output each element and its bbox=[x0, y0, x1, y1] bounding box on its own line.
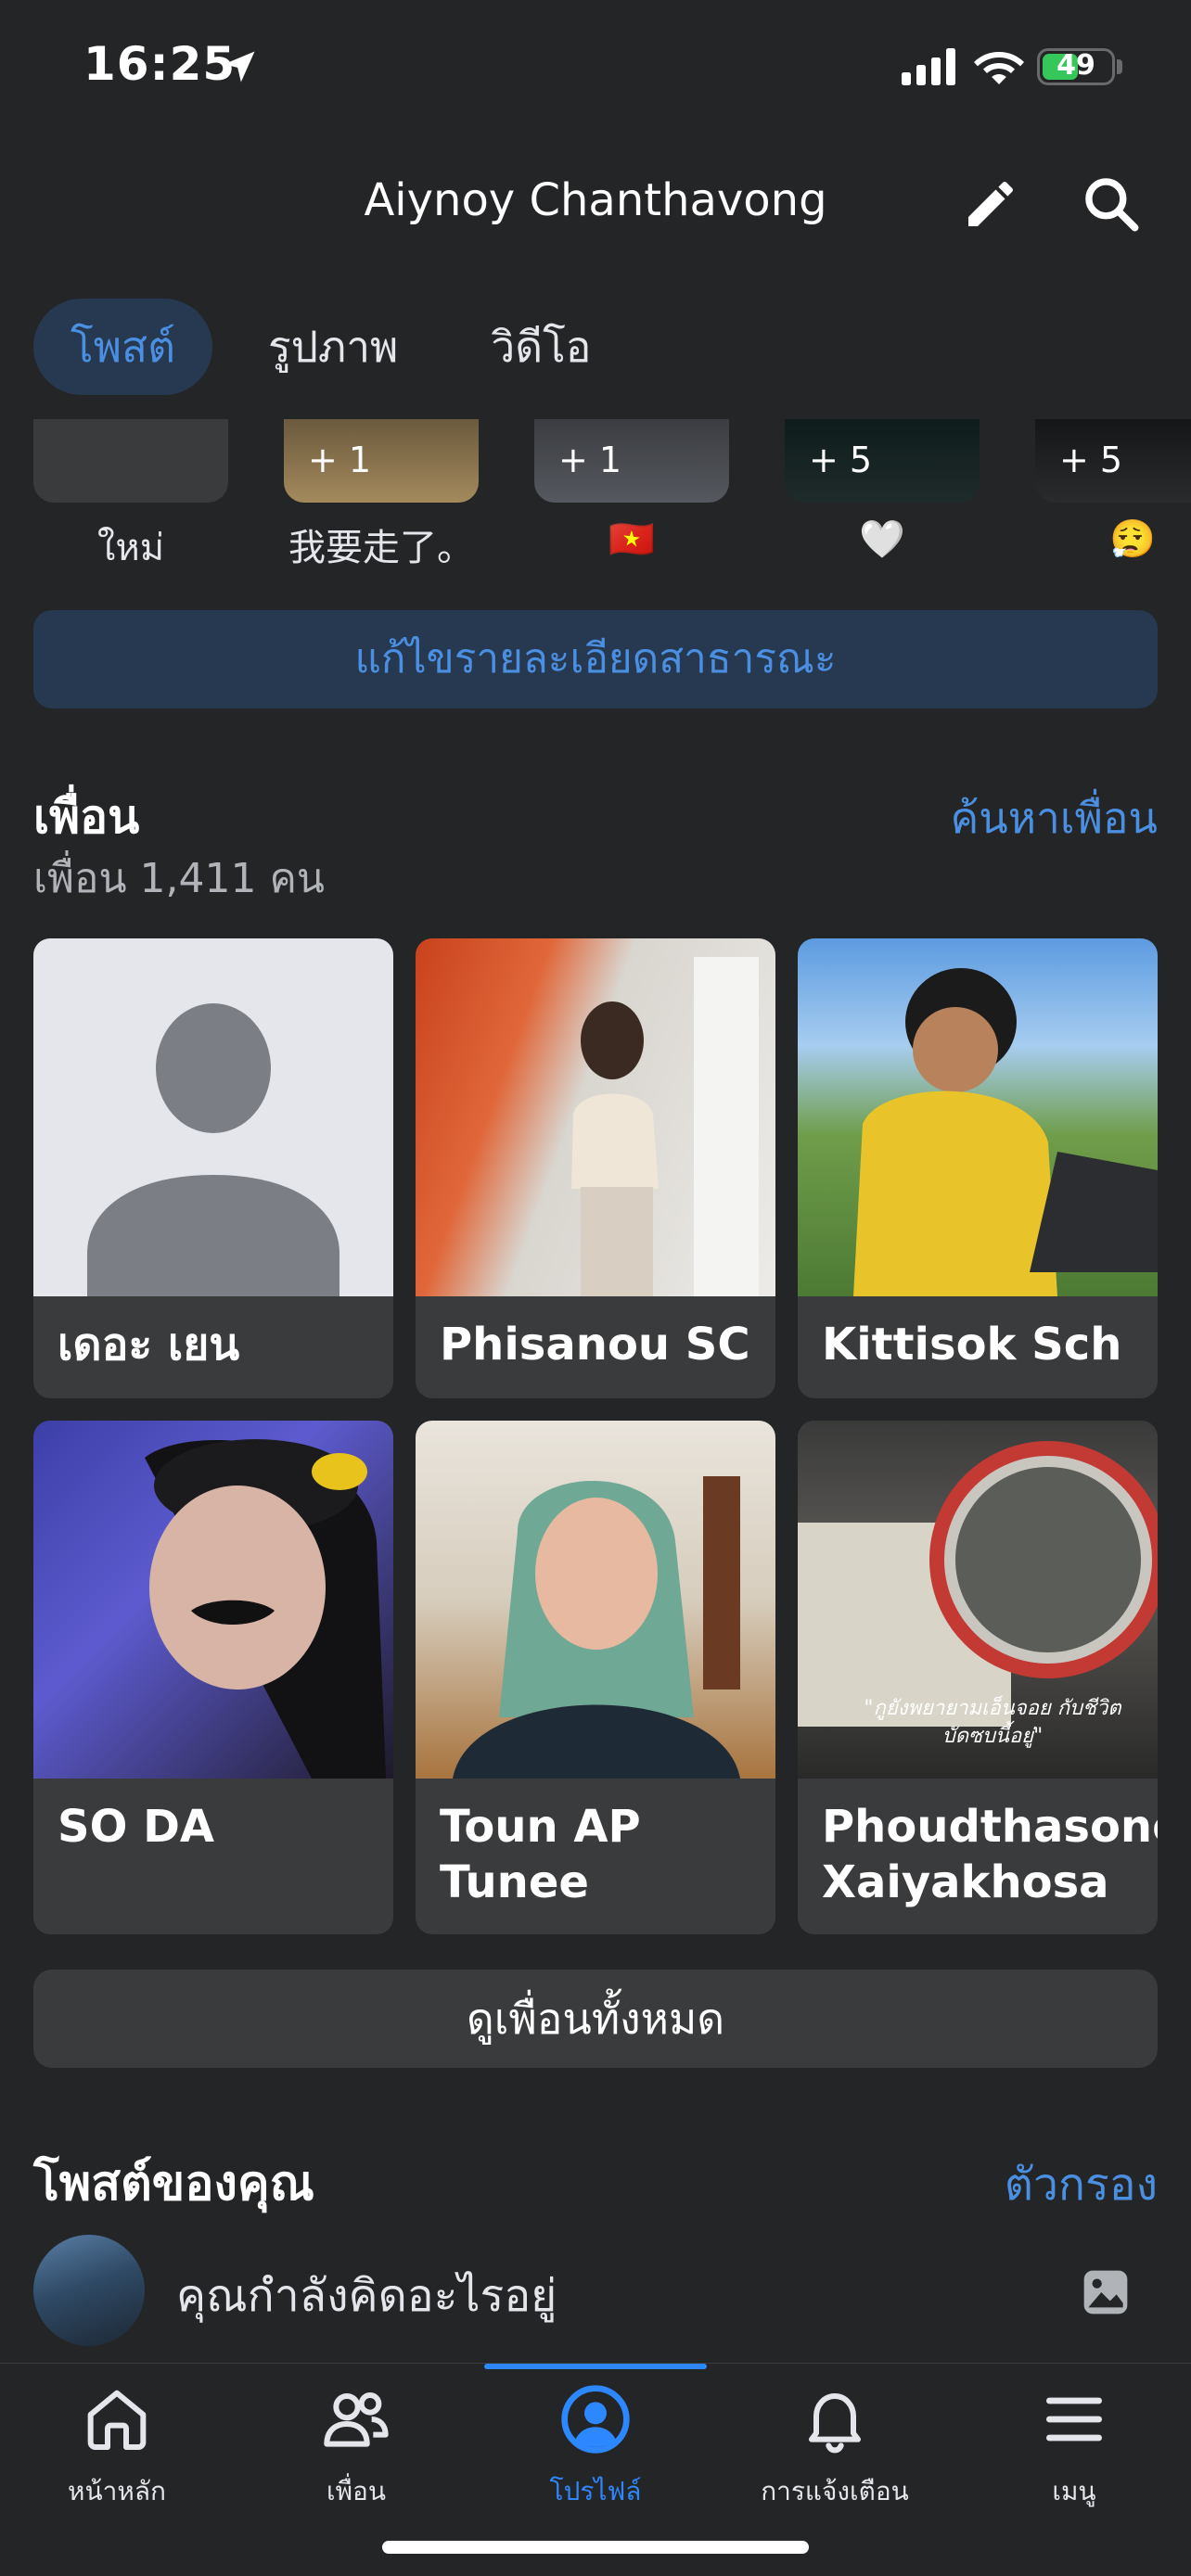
bell-icon bbox=[809, 2393, 861, 2454]
nav-notifications[interactable]: การแจ้งเตือน bbox=[733, 2382, 937, 2512]
status-time: 16:25 bbox=[83, 37, 237, 91]
nav-friends[interactable]: เพื่อน bbox=[254, 2382, 458, 2512]
highlight-item[interactable]: + 1 🇻🇳 bbox=[534, 419, 729, 561]
friend-card[interactable]: Phisanou SC bbox=[416, 938, 775, 1398]
featured-highlights: ใหม่ + 1 我要走了。 + 1 🇻🇳 + 5 🤍 + 5 😮‍💨 bbox=[33, 419, 1191, 567]
highlight-count: + 5 bbox=[1059, 440, 1123, 480]
highlight-thumbnail: + 5 bbox=[1035, 419, 1191, 503]
nav-label: การแจ้งเตือน bbox=[761, 2476, 909, 2506]
friend-name: Phisanou SC bbox=[440, 1319, 750, 1371]
nav-label: เมนู bbox=[1052, 2476, 1096, 2506]
status-bar: 16:25 49 bbox=[0, 0, 1191, 139]
highlight-thumbnail bbox=[33, 419, 228, 503]
highlight-label: 🇻🇳 bbox=[608, 518, 655, 561]
highlight-thumbnail: + 1 bbox=[534, 419, 729, 503]
see-all-friends-button[interactable]: ดูเพื่อนทั้งหมด bbox=[33, 1970, 1158, 2068]
friend-card[interactable]: Kittisok Sch bbox=[798, 938, 1158, 1398]
home-icon bbox=[87, 2390, 147, 2450]
wifi-icon bbox=[974, 52, 1024, 84]
friend-card[interactable]: Toun AP Tunee bbox=[416, 1421, 775, 1934]
nav-home[interactable]: หน้าหลัก bbox=[15, 2382, 219, 2512]
friends-heading: เพื่อน bbox=[33, 790, 140, 844]
nav-menu[interactable]: เมนู bbox=[972, 2382, 1176, 2512]
profile-tabs: โพสต์ รูปภาพ วิดีโอ bbox=[33, 299, 628, 395]
friend-card[interactable]: SO DA bbox=[33, 1421, 393, 1934]
friend-name: Phoudthasone Xaiyakhosa bbox=[822, 1801, 1158, 1908]
highlight-label: 我要走了。 bbox=[288, 527, 474, 567]
edit-pencil-icon[interactable] bbox=[961, 174, 1020, 234]
battery-indicator: 49 bbox=[1037, 48, 1115, 85]
battery-percent: 49 bbox=[1057, 49, 1095, 82]
default-avatar-icon bbox=[33, 938, 393, 1296]
photo-placeholder bbox=[571, 957, 759, 1296]
friend-photo bbox=[416, 938, 775, 1296]
user-avatar[interactable] bbox=[33, 2235, 145, 2346]
nav-label: เพื่อน bbox=[327, 2476, 386, 2506]
nav-profile[interactable]: โปรไฟล์ bbox=[493, 2382, 698, 2512]
highlight-label: ใหม่ bbox=[96, 527, 165, 567]
location-arrow-icon bbox=[224, 51, 255, 83]
friend-photo: "กูยังพยายามเอ็นจอย กับชีวิตบัดซบนี้อยู่… bbox=[798, 1421, 1158, 1779]
person-silhouette-icon bbox=[87, 1003, 339, 1296]
profile-icon bbox=[561, 2385, 630, 2454]
friend-photo bbox=[416, 1421, 775, 1779]
edit-public-details-button[interactable]: แก้ไขรายละเอียดสาธารณะ bbox=[33, 610, 1158, 708]
friend-name: Toun AP Tunee bbox=[440, 1801, 641, 1908]
find-friends-link[interactable]: ค้นหาเพื่อน bbox=[951, 784, 1159, 852]
active-tab-indicator bbox=[484, 2364, 707, 2369]
photo-placeholder bbox=[453, 1476, 740, 1779]
highlight-count: + 5 bbox=[809, 440, 873, 480]
friend-photo bbox=[33, 1421, 393, 1779]
friend-card[interactable]: เดอะ เยน bbox=[33, 938, 393, 1398]
highlight-item[interactable]: + 5 🤍 bbox=[785, 419, 980, 561]
highlight-thumbnail: + 1 bbox=[284, 419, 479, 503]
search-icon[interactable] bbox=[1080, 172, 1143, 236]
home-indicator[interactable] bbox=[382, 2541, 809, 2554]
friend-name: SO DA bbox=[58, 1801, 215, 1853]
add-photo-icon[interactable] bbox=[1080, 2266, 1132, 2318]
friends-icon bbox=[324, 2391, 389, 2447]
friend-photo bbox=[798, 938, 1158, 1296]
photo-caption: "กูยังพยายามเอ็นจอย กับชีวิตบัดซบนี้อยู่… bbox=[864, 1697, 1121, 1748]
friends-count: เพื่อน 1,411 คน bbox=[33, 855, 325, 902]
your-posts-heading: โพสต์ของคุณ bbox=[33, 2156, 314, 2212]
tab-posts[interactable]: โพสต์ bbox=[33, 299, 212, 395]
highlight-label: 🤍 bbox=[859, 518, 905, 561]
signal-icon bbox=[902, 48, 955, 85]
highlight-label: 😮‍💨 bbox=[1109, 518, 1156, 561]
menu-icon bbox=[1046, 2397, 1102, 2442]
filter-link[interactable]: ตัวกรอง bbox=[1005, 2149, 1158, 2220]
tab-videos[interactable]: วิดีโอ bbox=[454, 299, 628, 395]
highlight-item[interactable]: + 5 😮‍💨 bbox=[1035, 419, 1191, 561]
highlight-new[interactable]: ใหม่ bbox=[33, 419, 228, 567]
photo-placeholder bbox=[853, 968, 1158, 1296]
friend-name: เดอะ เยน bbox=[58, 1319, 240, 1371]
friend-name: Kittisok Sch bbox=[822, 1319, 1122, 1371]
nav-label: โปรไฟล์ bbox=[549, 2476, 642, 2506]
photo-placeholder bbox=[145, 1439, 386, 1779]
highlight-count: + 1 bbox=[308, 440, 372, 480]
tab-photos[interactable]: รูปภาพ bbox=[231, 299, 435, 395]
post-composer-input[interactable]: คุณกำลังคิดอะไรอยู่ bbox=[176, 2261, 557, 2331]
battery-tip bbox=[1117, 59, 1122, 74]
highlight-count: + 1 bbox=[558, 440, 622, 480]
nav-label: หน้าหลัก bbox=[68, 2476, 166, 2506]
highlight-thumbnail: + 5 bbox=[785, 419, 980, 503]
friend-card[interactable]: "กูยังพยายามเอ็นจอย กับชีวิตบัดซบนี้อยู่… bbox=[798, 1421, 1158, 1934]
highlight-item[interactable]: + 1 我要走了。 bbox=[284, 419, 479, 567]
